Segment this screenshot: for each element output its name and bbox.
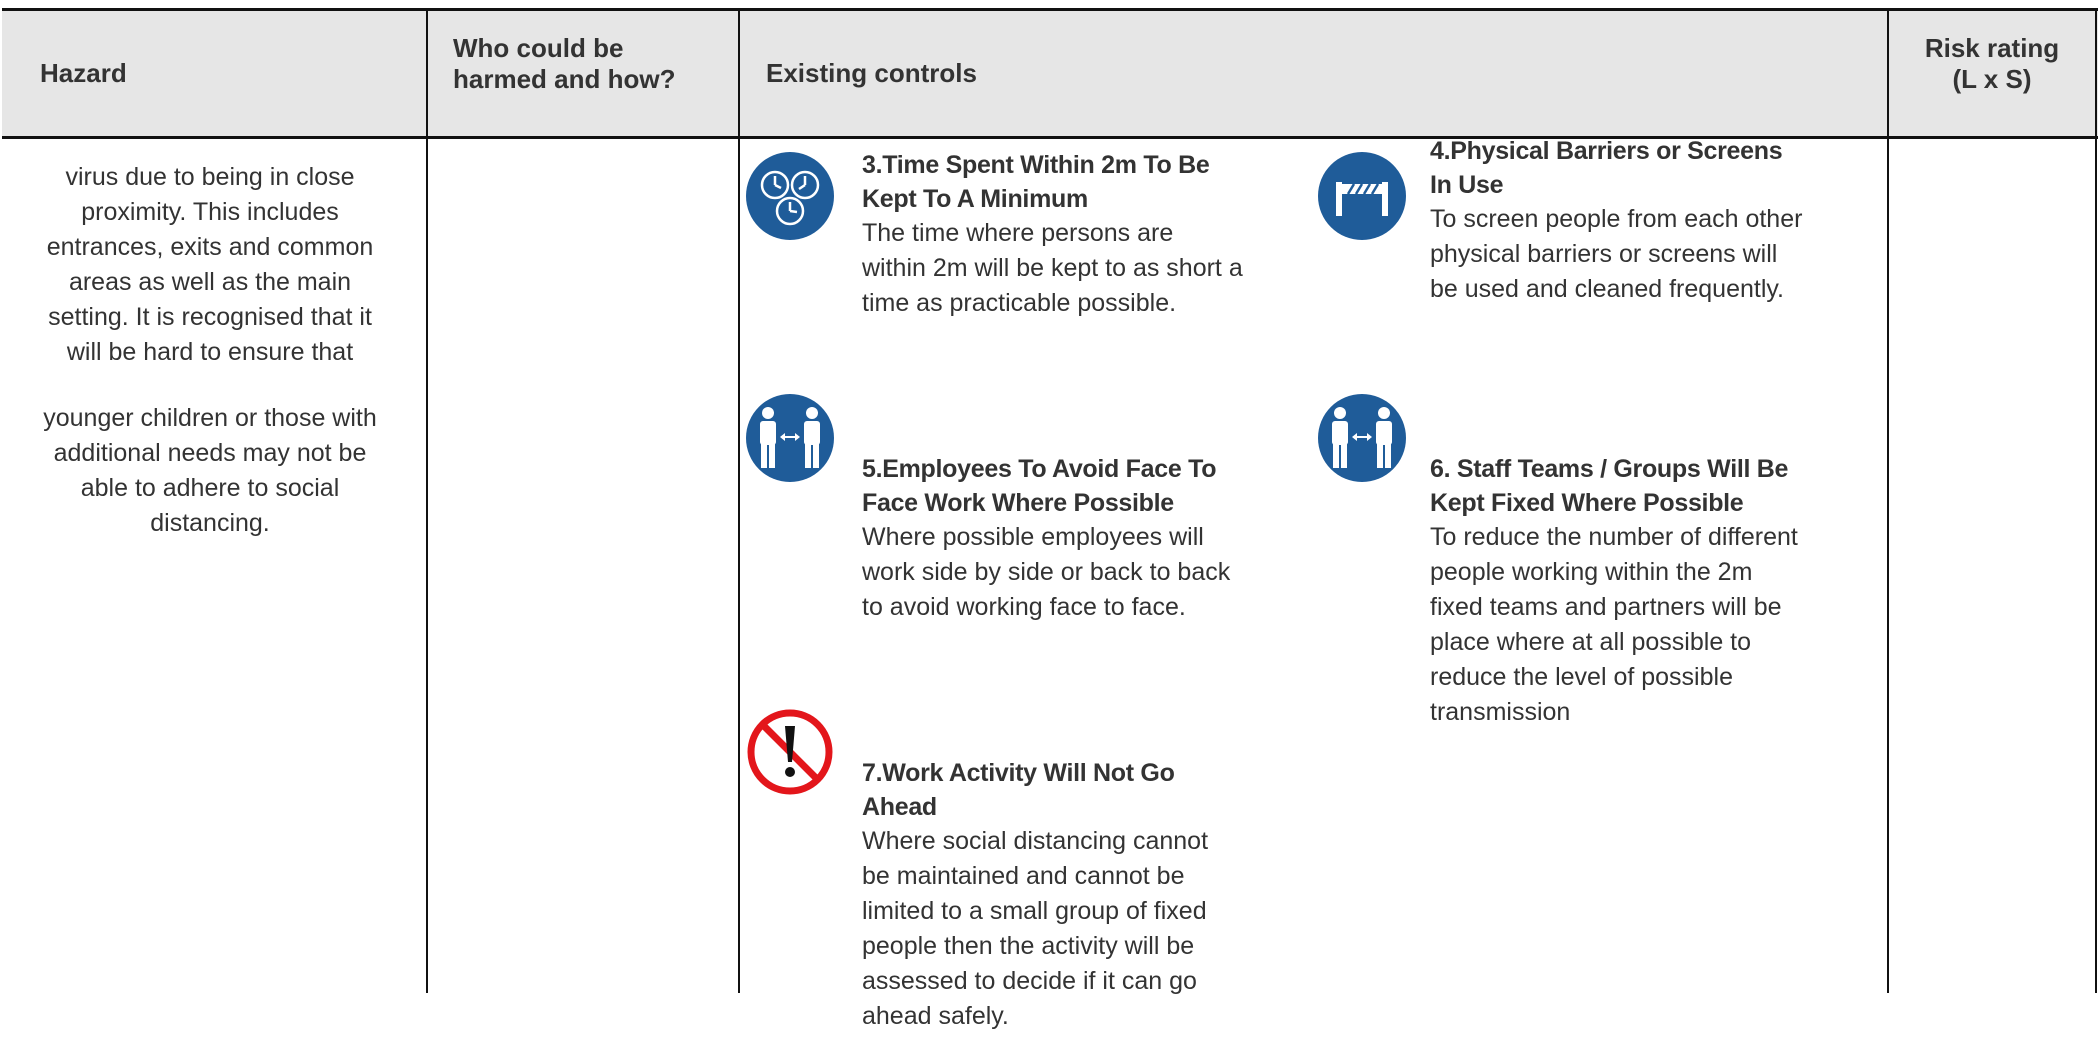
control-6-title: 6. Staff Teams / Groups Will Be Kept Fix…	[1430, 452, 1788, 520]
distancing-people-icon	[1318, 394, 1406, 482]
header-bottom-border	[2, 136, 2098, 139]
header-who-harmed: Who could be harmed and how?	[453, 33, 675, 95]
control-title-line: 4.Physical Barriers or Screens	[1430, 137, 1783, 165]
control-title-line: Kept To A Minimum	[862, 185, 1088, 213]
column-divider	[2095, 8, 2097, 993]
control-body-line: people working within the 2m	[1430, 558, 1753, 586]
control-body-line: limited to a small group of fixed	[862, 897, 1207, 925]
header-risk-rating: Risk rating (L x S)	[1890, 33, 2094, 95]
control-5-title: 5.Employees To Avoid Face To Face Work W…	[862, 452, 1216, 520]
control-body-line: work side by side or back to back	[862, 558, 1231, 586]
column-divider	[738, 8, 740, 993]
control-body-line: within 2m will be kept to as short a	[862, 254, 1243, 282]
column-divider	[1887, 8, 1889, 993]
control-6-body: To reduce the number of different people…	[1430, 520, 1798, 730]
hazard-line: will be hard to ensure that	[66, 338, 354, 366]
header-existing-controls: Existing controls	[766, 58, 977, 88]
hazard-line: virus due to being in close	[65, 163, 355, 191]
control-body-line: Where social distancing cannot	[862, 827, 1209, 855]
hazard-description-part1: virus due to being in close proximity. T…	[24, 160, 396, 370]
clocks-icon	[746, 152, 834, 240]
control-body-line: place where at all possible to	[1430, 628, 1752, 656]
barrier-icon	[1318, 152, 1406, 240]
control-body-line: be used and cleaned frequently.	[1430, 275, 1784, 303]
control-body-line: reduce the level of possible	[1430, 663, 1733, 691]
control-body-line: assessed to decide if it can go	[862, 967, 1197, 995]
control-title-line: 5.Employees To Avoid Face To	[862, 455, 1217, 483]
distancing-people-icon	[746, 394, 834, 482]
control-3-body: The time where persons are within 2m wil…	[862, 216, 1243, 321]
control-body-line: ahead safely.	[862, 1002, 1009, 1030]
hazard-line: proximity. This includes	[81, 198, 339, 226]
control-body-line: physical barriers or screens will	[1430, 240, 1778, 268]
control-body-line: To reduce the number of different	[1430, 523, 1798, 551]
control-7-body: Where social distancing cannot be mainta…	[862, 824, 1208, 1034]
control-title-line: 7.Work Activity Will Not Go	[862, 759, 1175, 787]
control-4-title: 4.Physical Barriers or Screens In Use	[1430, 134, 1783, 202]
table-header-background	[2, 11, 2098, 136]
control-body-line: transmission	[1430, 698, 1571, 726]
control-3-title: 3.Time Spent Within 2m To Be Kept To A M…	[862, 148, 1210, 216]
control-title-line: 6. Staff Teams / Groups Will Be	[1430, 455, 1789, 483]
header-risk-line2: (L x S)	[1952, 64, 2032, 94]
hazard-line: additional needs may not be	[53, 439, 367, 467]
table-top-border	[2, 8, 2098, 11]
control-body-line: to avoid working face to face.	[862, 593, 1186, 621]
header-risk-line1: Risk rating	[1924, 33, 2060, 63]
control-title-line: Kept Fixed Where Possible	[1430, 489, 1744, 517]
prohibition-exclamation-icon	[747, 709, 833, 795]
control-body-line: Where possible employees will	[862, 523, 1204, 551]
control-title-line: Ahead	[862, 793, 937, 821]
control-body-line: The time where persons are	[862, 219, 1174, 247]
header-who-line2: harmed and how?	[453, 64, 676, 94]
hazard-line: setting. It is recognised that it	[48, 303, 372, 331]
control-body-line: fixed teams and partners will be	[1430, 593, 1782, 621]
risk-assessment-table: Hazard Who could be harmed and how? Exis…	[2, 8, 2098, 1037]
header-hazard: Hazard	[40, 58, 127, 88]
control-title-line: 3.Time Spent Within 2m To Be	[862, 151, 1210, 179]
control-7-title: 7.Work Activity Will Not Go Ahead	[862, 756, 1175, 824]
control-title-line: In Use	[1430, 171, 1504, 199]
control-body-line: To screen people from each other	[1430, 205, 1803, 233]
hazard-description-part2: younger children or those with additiona…	[24, 401, 396, 541]
control-body-line: time as practicable possible.	[862, 289, 1177, 317]
hazard-line: entrances, exits and common	[46, 233, 374, 261]
column-divider	[426, 8, 428, 993]
control-body-line: people then the activity will be	[862, 932, 1195, 960]
header-who-line1: Who could be	[453, 33, 624, 63]
control-5-body: Where possible employees will work side …	[862, 520, 1230, 625]
control-title-line: Face Work Where Possible	[862, 489, 1174, 517]
hazard-line: distancing.	[150, 509, 270, 537]
control-4-body: To screen people from each other physica…	[1430, 202, 1802, 307]
hazard-line: areas as well as the main	[68, 268, 352, 296]
hazard-line: able to adhere to social	[80, 474, 340, 502]
hazard-line: younger children or those with	[43, 404, 377, 432]
control-body-line: be maintained and cannot be	[862, 862, 1185, 890]
